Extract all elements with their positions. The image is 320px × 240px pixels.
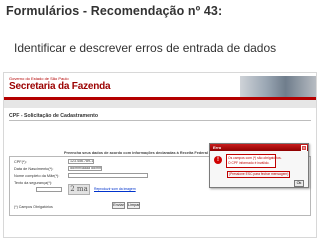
security-text-label: Texto da segurança(*): <box>14 181 53 185</box>
captcha-audio-link[interactable]: Reproduzir som da imagem <box>94 187 136 191</box>
dialog-hint: (Pressione ESC para fechar mensagem) <box>227 171 291 178</box>
slide-title: Formulários - Recomendação nº 43: <box>6 4 223 18</box>
nav-band <box>4 100 316 108</box>
dialog-titlebar: Erro x <box>210 144 308 151</box>
screenshot-panel: Governo do Estado de São Paulo Secretari… <box>3 72 317 238</box>
ok-button[interactable]: Ok <box>294 180 304 187</box>
dialog-title: Erro <box>213 144 222 150</box>
captcha-image: 2 ma <box>68 184 90 195</box>
site-header: Governo do Estado de São Paulo Secretari… <box>4 73 316 97</box>
mother-name-input[interactable] <box>68 173 148 178</box>
dialog-message-box: Os campos com (*) são obrigatórios. O CP… <box>226 154 282 168</box>
security-text-input[interactable] <box>36 187 62 192</box>
close-icon[interactable]: x <box>301 144 307 151</box>
cpf-input[interactable]: 123.456.789-10 <box>68 159 94 164</box>
mother-name-label: Nome completo da Mãe(*): <box>14 174 60 178</box>
required-note: (*) Campos Obrigatórios <box>14 205 53 209</box>
site-logo[interactable]: Secretaria da Fazenda <box>9 81 111 92</box>
birthdate-label: Data de Nascimento(*): <box>14 167 54 171</box>
error-icon: ! <box>214 156 222 164</box>
cpf-label: CPF(*): <box>14 160 27 164</box>
slide-subtitle: Identificar e descrever erros de entrada… <box>14 41 277 55</box>
dialog-message: O CPF informado é inválido. <box>228 161 270 165</box>
clear-button[interactable]: Limpar <box>127 202 140 209</box>
info-text: Preencha seus dados de acordo com inform… <box>64 151 226 155</box>
error-dialog: Erro x ! Os campos com (*) são obrigatór… <box>209 143 309 188</box>
dialog-message: Os campos com (*) são obrigatórios. <box>228 156 282 160</box>
header-photo <box>240 76 316 97</box>
birthdate-input[interactable]: dd/mm/aaaa dd/mm/aaaa <box>68 166 102 171</box>
page-heading: CPF - Solicitação de Cadastramento <box>9 113 99 119</box>
heading-divider <box>9 120 311 121</box>
submit-button[interactable]: Enviar <box>112 202 125 209</box>
